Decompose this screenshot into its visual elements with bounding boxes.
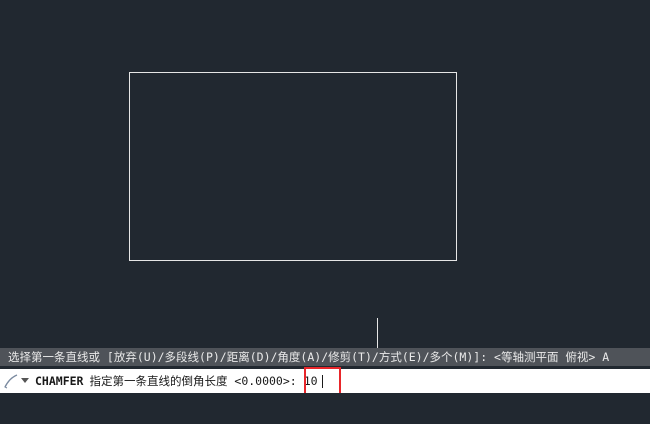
command-input[interactable] (299, 371, 334, 391)
chevron-down-icon[interactable] (20, 369, 30, 393)
command-name: CHAMFER (35, 374, 84, 388)
crosshair-cursor (377, 318, 378, 348)
command-input-wrap[interactable] (299, 369, 334, 393)
text-caret (321, 375, 323, 388)
command-history-line: 选择第一条直线或 [放弃(U)/多段线(P)/距离(D)/角度(A)/修剪(T)… (0, 348, 650, 366)
command-prompt-text: 指定第一条直线的倒角长度 <0.0000>: (89, 374, 297, 388)
bottom-strip (0, 393, 650, 424)
rectangle-shape[interactable] (129, 72, 457, 261)
command-line-bar[interactable]: CHAMFER 指定第一条直线的倒角长度 <0.0000>: (0, 369, 650, 393)
command-prompt-icon[interactable] (2, 369, 20, 393)
